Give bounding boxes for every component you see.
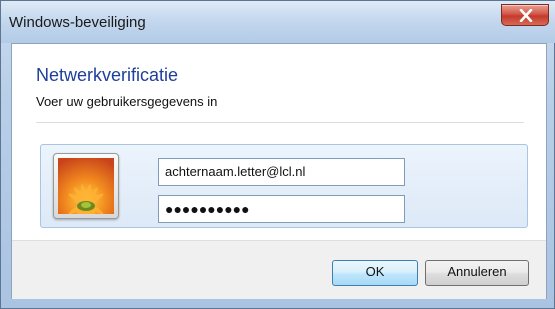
close-icon — [519, 9, 533, 22]
title-bar[interactable]: Windows-beveiliging — [1, 1, 555, 43]
credential-tile[interactable]: achternaam.letter@lcl.nl ●●●●●●●●●● — [40, 144, 528, 228]
dialog-subheading: Voer uw gebruikersgegevens in — [36, 94, 218, 109]
password-field[interactable]: ●●●●●●●●●● — [158, 195, 405, 223]
password-mask: ●●●●●●●●●● — [165, 201, 250, 217]
dialog-content: Netwerkverificatie Voer uw gebruikersgeg… — [11, 43, 547, 299]
avatar — [53, 153, 119, 219]
divider — [36, 122, 524, 123]
username-field[interactable]: achternaam.letter@lcl.nl — [158, 158, 405, 186]
window-title: Windows-beveiliging — [9, 14, 146, 31]
cancel-button[interactable]: Annuleren — [425, 260, 529, 286]
close-button[interactable] — [501, 4, 549, 26]
dialog-heading: Netwerkverificatie — [36, 65, 179, 85]
user-avatar-flower-icon — [58, 158, 114, 214]
ok-button[interactable]: OK — [332, 260, 418, 286]
dialog-window: Windows-beveiliging Netwerkverificatie V… — [0, 0, 555, 309]
button-bar: OK Annuleren — [12, 240, 546, 299]
